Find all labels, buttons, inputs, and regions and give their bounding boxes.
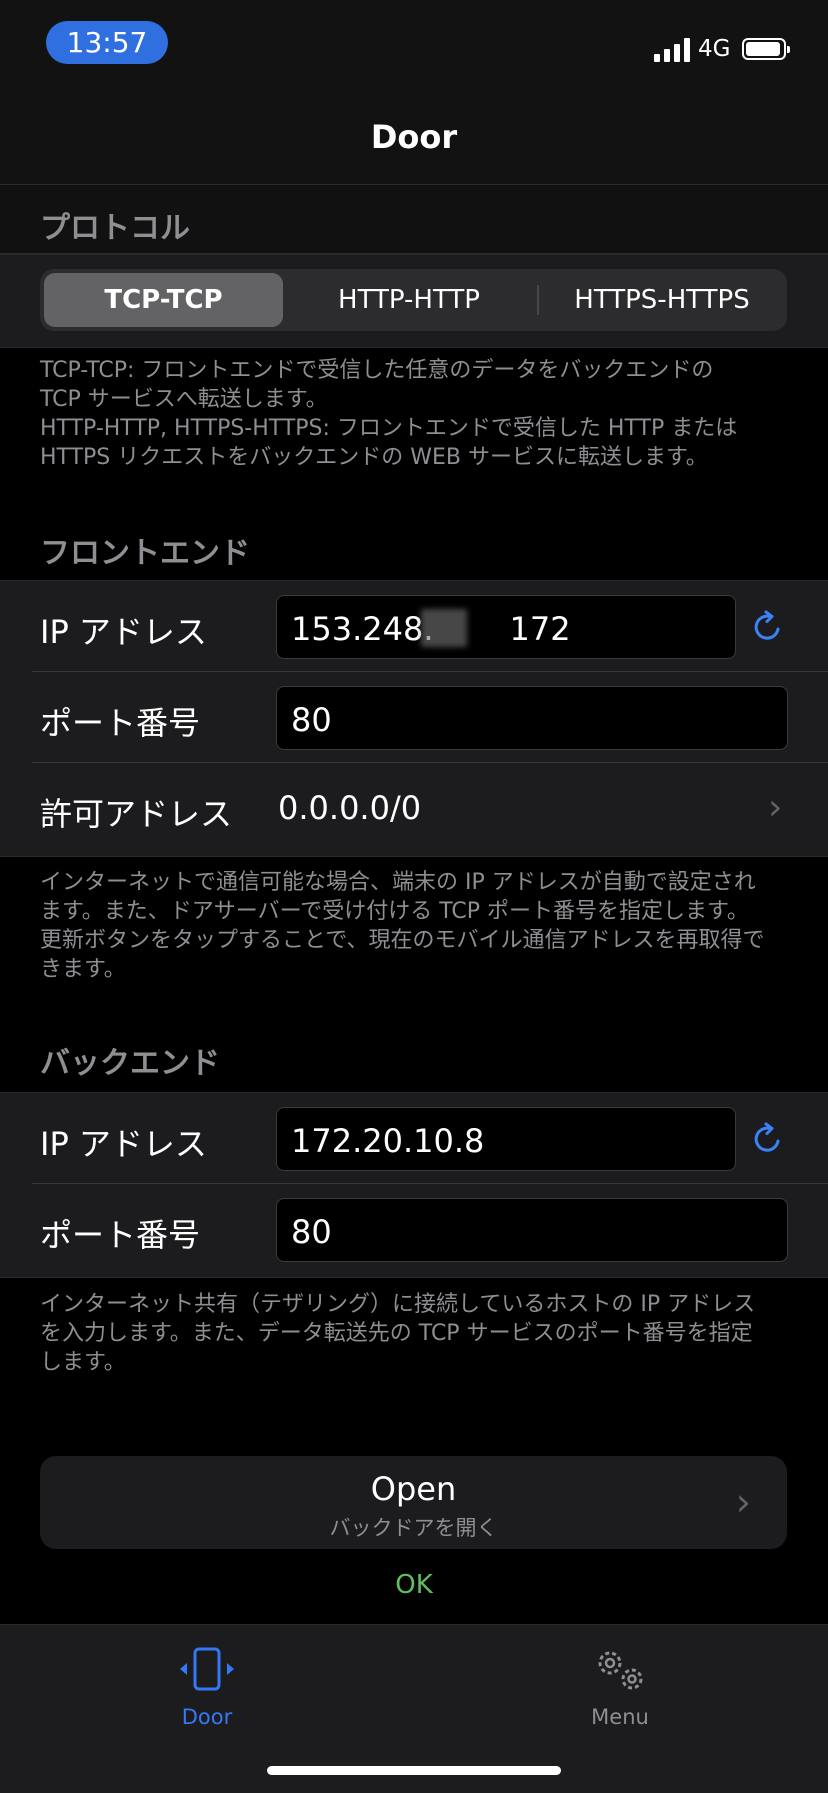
protocol-segmented-control: TCP-TCP HTTP-HTTP HTTPS-HTTPS xyxy=(40,269,787,331)
section-title: プロトコル xyxy=(40,211,190,246)
chevron-right-icon: › xyxy=(735,1480,751,1524)
frontend-port-value: 80 xyxy=(291,701,332,739)
segment-tcp-tcp[interactable]: TCP-TCP xyxy=(44,273,283,327)
tab-menu[interactable]: Menu xyxy=(550,1645,690,1745)
section-header-backend: バックエンド xyxy=(0,1020,828,1092)
page-title: Door xyxy=(370,118,458,156)
refresh-icon[interactable] xyxy=(750,1121,786,1157)
section-title: フロントエンド xyxy=(40,536,250,571)
open-backdoor-button[interactable]: Open バックドアを開く › xyxy=(40,1456,787,1549)
ip-label: IP アドレス xyxy=(40,1125,207,1163)
note-line: TCP-TCP: フロントエンドで受信した任意のデータをバックエンドの xyxy=(40,358,714,383)
ip-value-end: 172 xyxy=(509,610,571,648)
home-indicator xyxy=(267,1766,561,1775)
frontend-ip-field[interactable]: 153.248. 172 xyxy=(276,595,736,659)
section-title: バックエンド xyxy=(40,1046,220,1081)
ip-label: IP アドレス xyxy=(40,613,207,651)
section-header-protocol: プロトコル xyxy=(0,185,828,254)
open-button-sublabel: バックドアを開く xyxy=(329,1516,498,1540)
backend-ip-row: IP アドレス 172.20.10.8 xyxy=(0,1093,828,1184)
port-label: ポート番号 xyxy=(40,1216,201,1254)
segment-https-https[interactable]: HTTPS-HTTPS xyxy=(541,273,783,327)
status-time[interactable]: 13:57 xyxy=(46,21,168,64)
allowed-value: 0.0.0.0/0 xyxy=(278,789,422,827)
tab-door[interactable]: Door xyxy=(137,1645,277,1745)
port-label: ポート番号 xyxy=(40,704,201,742)
frontend-note: インターネットで通信可能な場合、端末の IP アドレスが自動で設定され ます。ま… xyxy=(40,868,790,984)
backend-port-value: 80 xyxy=(291,1213,332,1251)
note-line: 更新ボタンをタップすることで、現在のモバイル通信アドレスを再取得で xyxy=(40,928,765,953)
frontend-allowed-row[interactable]: 許可アドレス 0.0.0.0/0 › xyxy=(0,763,828,854)
open-button-label: Open xyxy=(370,1470,457,1508)
note-line: TCP サービスへ転送します。 xyxy=(40,387,328,412)
backend-ip-value: 172.20.10.8 xyxy=(291,1122,485,1160)
cellular-signal-icon xyxy=(654,38,690,62)
status-message: OK xyxy=(395,1570,433,1600)
status-bar: 13:57 4G xyxy=(0,0,828,90)
note-line: インターネット共有（テザリング）に接続しているホストの IP アドレス xyxy=(40,1292,756,1317)
note-line: HTTP-HTTP, HTTPS-HTTPS: フロントエンドで受信した HTT… xyxy=(40,416,738,441)
segment-divider xyxy=(537,285,539,315)
protocol-segment-area: TCP-TCP HTTP-HTTP HTTPS-HTTPS xyxy=(0,254,828,348)
backend-port-row: ポート番号 80 xyxy=(0,1184,828,1275)
frontend-group: IP アドレス 153.248. 172 ポート番号 80 許可アドレス 0.0.… xyxy=(0,580,828,857)
backend-note: インターネット共有（テザリング）に接続しているホストの IP アドレス を入力し… xyxy=(40,1290,790,1384)
ip-value-start: 153.248. xyxy=(291,610,434,648)
frontend-ip-row: IP アドレス 153.248. 172 xyxy=(0,581,828,672)
section-header-frontend: フロントエンド xyxy=(0,508,828,580)
allowed-label: 許可アドレス xyxy=(40,795,233,833)
note-line: を入力します。また、データ転送先の TCP サービスのポート番号を指定 xyxy=(40,1321,753,1346)
note-line: します。 xyxy=(40,1350,126,1375)
note-line: インターネットで通信可能な場合、端末の IP アドレスが自動で設定され xyxy=(40,870,756,895)
backend-ip-field[interactable]: 172.20.10.8 xyxy=(276,1107,736,1171)
network-type: 4G xyxy=(698,36,731,62)
battery-icon xyxy=(742,38,790,60)
tab-label: Menu xyxy=(591,1705,649,1729)
door-phone-icon xyxy=(180,1647,234,1691)
backend-group: IP アドレス 172.20.10.8 ポート番号 80 xyxy=(0,1092,828,1278)
tab-label: Door xyxy=(181,1705,233,1729)
frontend-port-field[interactable]: 80 xyxy=(276,686,788,750)
navigation-bar: Door xyxy=(0,90,828,185)
refresh-icon[interactable] xyxy=(750,609,786,645)
note-line: HTTPS リクエストをバックエンドの WEB サービスに転送します。 xyxy=(40,445,708,470)
backend-port-field[interactable]: 80 xyxy=(276,1198,788,1262)
redaction-blur xyxy=(421,609,467,647)
frontend-port-row: ポート番号 80 xyxy=(0,672,828,763)
note-line: ます。また、ドアサーバーで受け付ける TCP ポート番号を指定します。 xyxy=(40,899,749,924)
chevron-right-icon: › xyxy=(768,787,783,828)
protocol-note: TCP-TCP: フロントエンドで受信した任意のデータをバックエンドの TCP … xyxy=(40,356,790,472)
gears-icon xyxy=(598,1651,643,1690)
segment-http-http[interactable]: HTTP-HTTP xyxy=(287,273,531,327)
note-line: きます。 xyxy=(40,957,126,982)
